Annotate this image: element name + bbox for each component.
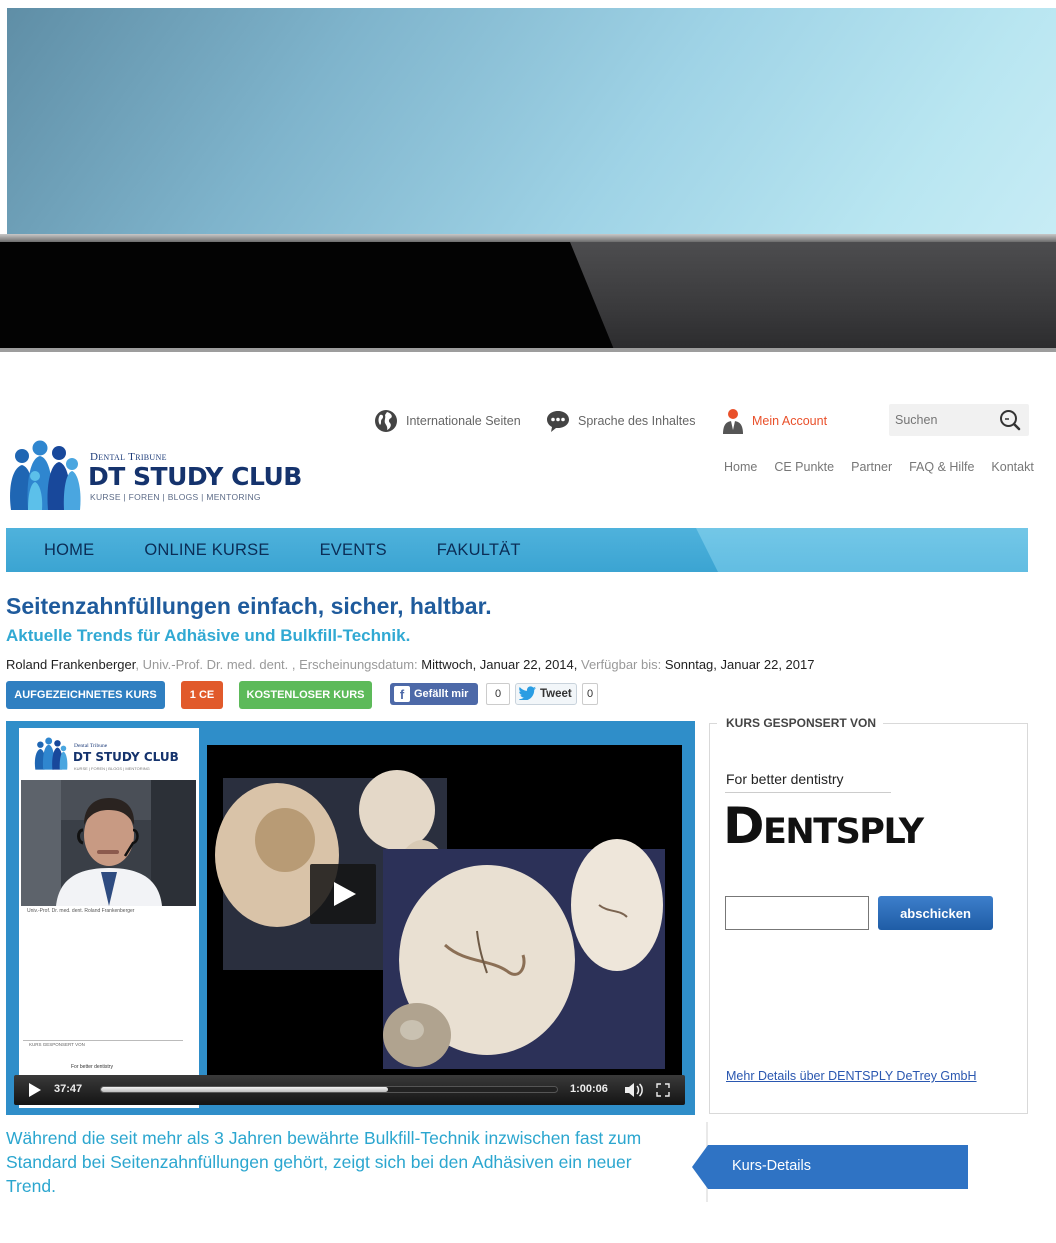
available-label: Verfügbar bis: xyxy=(581,657,662,672)
tweet-count: 0 xyxy=(582,683,598,705)
dentsply-logo-rest: ENTSPLY xyxy=(763,812,924,852)
sponsor-tagline-rule xyxy=(725,792,891,793)
tooth-slide-image xyxy=(207,745,682,1095)
user-account-icon xyxy=(722,408,744,434)
available-date: Sonntag, Januar 22, 2017 xyxy=(664,657,815,672)
seek-bar-progress xyxy=(101,1087,389,1092)
search-input[interactable] xyxy=(895,410,991,430)
dentsply-logo[interactable]: DENTSPLY xyxy=(723,797,924,855)
search-icon[interactable] xyxy=(999,409,1021,436)
total-duration: 1:00:06 xyxy=(570,1083,608,1095)
monitor-bezel xyxy=(0,242,1056,352)
video-side-logo: Dental Tribune DT STUDY CLUB KURSE | FOR… xyxy=(33,736,179,775)
published-label: Erscheinungsdatum: xyxy=(299,657,418,672)
course-intro: Während die seit mehr als 3 Jahren bewäh… xyxy=(6,1128,642,1196)
course-details-label: Kurs-Details xyxy=(732,1158,811,1174)
tweet-button[interactable]: Tweet xyxy=(515,683,577,705)
people-logo-icon xyxy=(34,737,68,770)
video-side-brand-title: DT STUDY CLUB xyxy=(73,750,179,764)
course-title: Seitenzahnfüllungen einfach, sicher, hal… xyxy=(6,593,492,619)
play-icon xyxy=(334,882,356,906)
author-name: Roland Frankenberger xyxy=(6,657,136,672)
utility-nav: Home CE Punkte Partner FAQ & Hilfe Konta… xyxy=(724,460,1034,474)
my-account-label: Mein Account xyxy=(752,414,828,428)
my-account-link[interactable]: Mein Account xyxy=(722,408,827,434)
author-title: , Univ.-Prof. Dr. med. dent. , xyxy=(135,657,296,672)
utility-nav-home[interactable]: Home xyxy=(724,460,757,474)
utility-nav-ce-points[interactable]: CE Punkte xyxy=(774,460,834,474)
sponsor-details-link[interactable]: Mehr Details über DENTSPLY DeTrey GmbH xyxy=(726,1069,977,1083)
play-control-icon[interactable] xyxy=(28,1082,42,1103)
facebook-like-button[interactable]: f Gefällt mir xyxy=(390,683,478,705)
ce-credit-badge: 1 CE xyxy=(181,681,223,709)
like-count: 0 xyxy=(486,683,510,705)
video-side-brand-small: Dental Tribune xyxy=(74,743,108,749)
speech-bubble-icon xyxy=(546,409,570,433)
video-controls: 37:47 1:00:06 xyxy=(14,1075,685,1105)
published-date: Mittwoch, Januar 22, 2014, xyxy=(421,657,578,672)
search-box xyxy=(889,404,1029,436)
main-nav-faculty[interactable]: FAKULTÄT xyxy=(437,541,521,560)
international-sites-link[interactable]: Internationale Seiten xyxy=(374,408,521,434)
monitor-bezel-edge xyxy=(0,234,1056,242)
recorded-course-badge: AUFGEZEICHNETES KURS xyxy=(6,681,165,709)
people-logo-icon xyxy=(10,440,81,510)
video-screen[interactable] xyxy=(207,745,682,1095)
course-meta: Roland Frankenberger, Univ.-Prof. Dr. me… xyxy=(6,657,814,672)
content-language-label: Sprache des Inhaltes xyxy=(578,414,696,428)
tweet-label: Tweet xyxy=(540,688,572,700)
logo-tagline: KURSE | FOREN | BLOGS | MENTORING xyxy=(90,492,261,502)
facebook-like-label: Gefällt mir xyxy=(414,688,469,700)
international-sites-label: Internationale Seiten xyxy=(406,414,521,428)
speaker-caption: Univ.-Prof. Dr. med. dent. Roland Franke… xyxy=(27,908,135,914)
course-details-tab[interactable]: Kurs-Details xyxy=(692,1145,968,1189)
speaker-webcam xyxy=(21,780,196,906)
utility-nav-contact[interactable]: Kontakt xyxy=(991,460,1033,474)
elapsed-time: 37:47 xyxy=(54,1083,83,1095)
video-side-panel: Dental Tribune DT STUDY CLUB KURSE | FOR… xyxy=(19,728,199,1108)
content-language-link[interactable]: Sprache des Inhaltes xyxy=(546,408,695,434)
video-side-brand-tagline: KURSE | FOREN | BLOGS | MENTORING xyxy=(74,766,150,771)
logo-title: DT STUDY CLUB xyxy=(88,462,302,491)
utility-nav-partner[interactable]: Partner xyxy=(851,460,892,474)
fullscreen-icon[interactable] xyxy=(656,1083,670,1102)
main-nav: HOME ONLINE KURSE EVENTS FAKULTÄT xyxy=(6,528,1028,572)
site-logo[interactable]: Dental Tribune DT STUDY CLUB KURSE | FOR… xyxy=(6,438,306,514)
volume-icon[interactable] xyxy=(624,1082,644,1103)
facebook-icon: f xyxy=(394,686,410,702)
globe-icon xyxy=(374,409,398,433)
utility-nav-faq[interactable]: FAQ & Hilfe xyxy=(909,460,974,474)
submit-button[interactable]: abschicken xyxy=(878,896,993,930)
video-side-divider xyxy=(23,1040,183,1041)
video-side-sponsor-caption: KURS GESPONSERT VON xyxy=(29,1042,85,1047)
sponsor-tagline: For better dentistry xyxy=(726,771,844,787)
monitor-sky-background xyxy=(7,8,1056,234)
main-nav-events[interactable]: EVENTS xyxy=(320,541,387,560)
main-nav-online-courses[interactable]: ONLINE KURSE xyxy=(144,541,269,560)
sponsor-heading: KURS GESPONSERT VON xyxy=(717,716,884,730)
sponsor-input[interactable] xyxy=(725,896,869,930)
seek-bar[interactable] xyxy=(100,1086,558,1093)
main-nav-home[interactable]: HOME xyxy=(44,541,94,560)
video-side-better-dentistry: For better dentistry xyxy=(71,1064,113,1070)
play-overlay-button[interactable] xyxy=(310,864,376,924)
free-course-badge: KOSTENLOSER KURS xyxy=(239,681,372,709)
dentsply-logo-initial: D xyxy=(723,797,765,855)
course-subtitle: Aktuelle Trends für Adhäsive und Bulkfil… xyxy=(6,626,411,645)
twitter-bird-icon xyxy=(518,685,537,703)
monitor-bezel-bottom xyxy=(0,348,1056,352)
